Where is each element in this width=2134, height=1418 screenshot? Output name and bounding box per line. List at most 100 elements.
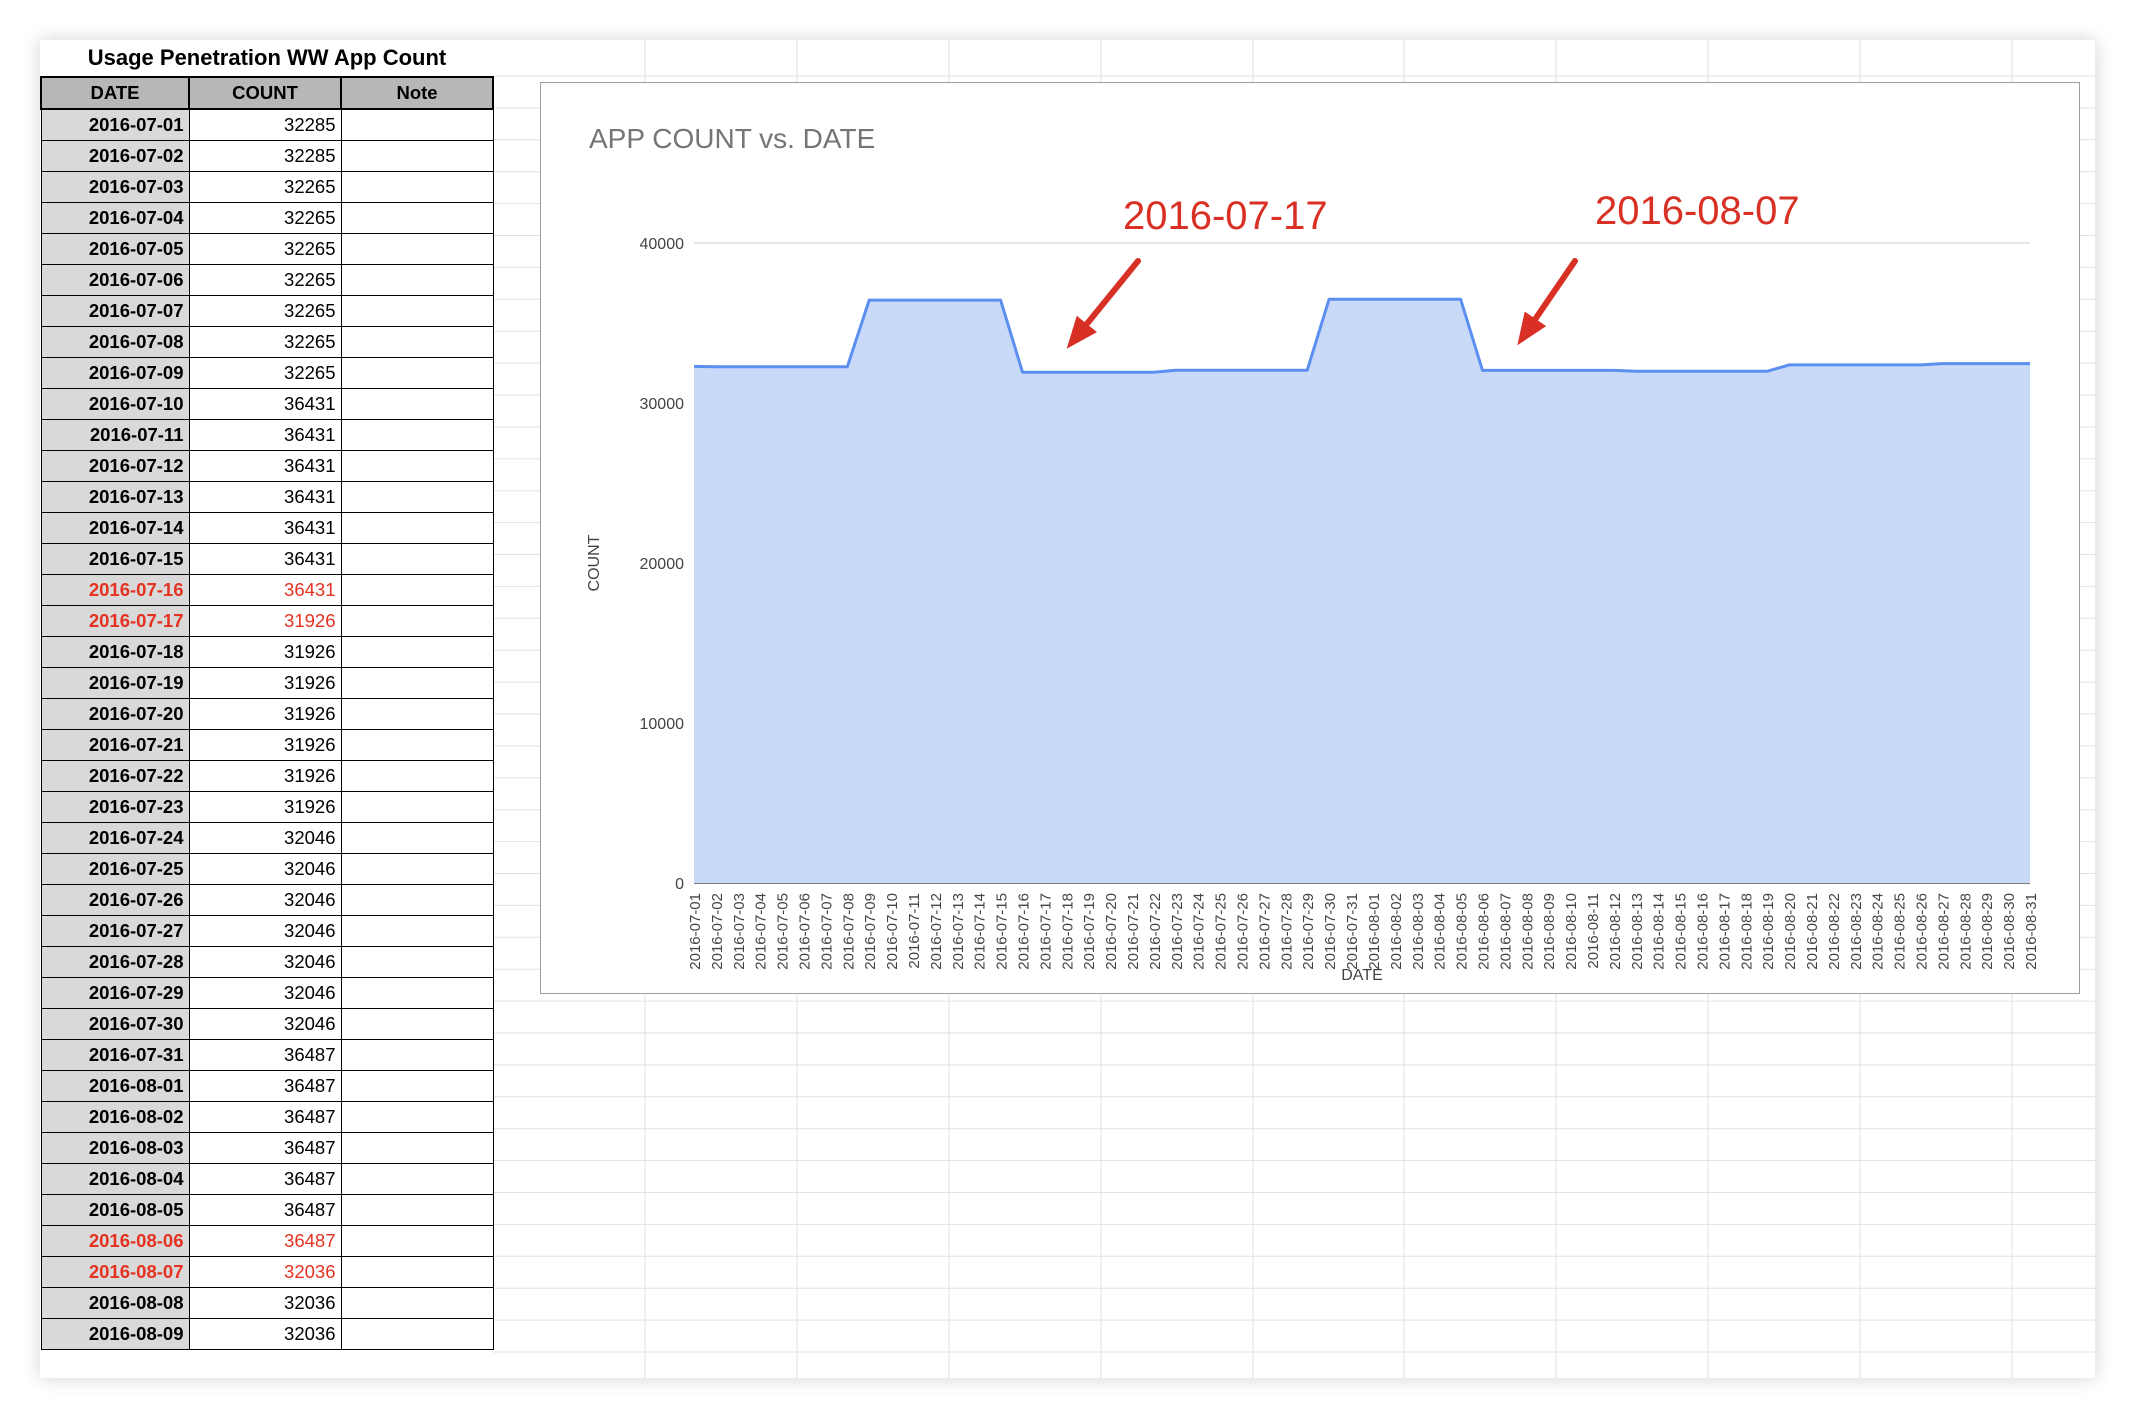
date-cell[interactable]: 2016-08-05: [40, 1194, 190, 1226]
note-cell[interactable]: [340, 1008, 494, 1040]
table-row[interactable]: 2016-07-01 32285: [40, 108, 494, 141]
count-cell[interactable]: 32046: [188, 822, 342, 854]
table-row[interactable]: 2016-07-25 32046: [40, 853, 494, 885]
table-row[interactable]: 2016-08-03 36487: [40, 1132, 494, 1164]
table-row[interactable]: 2016-07-10 36431: [40, 388, 494, 420]
note-cell[interactable]: [340, 1256, 494, 1288]
data-point[interactable]: [1590, 369, 1593, 372]
table-row[interactable]: 2016-08-02 36487: [40, 1101, 494, 1133]
table-row[interactable]: 2016-07-08 32265: [40, 326, 494, 358]
data-point[interactable]: [1919, 363, 1922, 366]
note-cell[interactable]: [340, 202, 494, 234]
count-cell[interactable]: 32046: [188, 946, 342, 978]
note-cell[interactable]: [340, 1225, 494, 1257]
data-point[interactable]: [1503, 369, 1506, 372]
data-point[interactable]: [1809, 363, 1812, 366]
date-cell[interactable]: 2016-07-26: [40, 884, 190, 916]
data-point[interactable]: [1875, 363, 1878, 366]
data-point[interactable]: [1131, 371, 1134, 374]
data-point[interactable]: [999, 299, 1002, 302]
note-cell[interactable]: [340, 481, 494, 513]
date-cell[interactable]: 2016-07-15: [40, 543, 190, 575]
table-row[interactable]: 2016-07-27 32046: [40, 915, 494, 947]
date-cell[interactable]: 2016-07-05: [40, 233, 190, 265]
note-cell[interactable]: [340, 171, 494, 203]
data-point[interactable]: [1634, 370, 1637, 373]
date-cell[interactable]: 2016-08-04: [40, 1163, 190, 1195]
count-cell[interactable]: 32265: [188, 264, 342, 296]
table-row[interactable]: 2016-07-15 36431: [40, 543, 494, 575]
data-point[interactable]: [1218, 369, 1221, 372]
date-cell[interactable]: 2016-07-12: [40, 450, 190, 482]
note-cell[interactable]: [340, 667, 494, 699]
note-cell[interactable]: [340, 791, 494, 823]
note-cell[interactable]: [340, 543, 494, 575]
data-point[interactable]: [890, 299, 893, 302]
data-point[interactable]: [1350, 298, 1353, 301]
table-row[interactable]: 2016-08-05 36487: [40, 1194, 494, 1226]
note-cell[interactable]: [340, 1070, 494, 1102]
table-row[interactable]: 2016-07-06 32265: [40, 264, 494, 296]
count-cell[interactable]: 32265: [188, 202, 342, 234]
data-point[interactable]: [1415, 298, 1418, 301]
note-cell[interactable]: [340, 698, 494, 730]
date-cell[interactable]: 2016-08-07: [40, 1256, 190, 1288]
data-point[interactable]: [955, 299, 958, 302]
note-cell[interactable]: [340, 1287, 494, 1319]
count-cell[interactable]: 32046: [188, 884, 342, 916]
count-cell[interactable]: 32046: [188, 915, 342, 947]
data-point[interactable]: [977, 299, 980, 302]
data-point[interactable]: [1481, 369, 1484, 372]
count-cell[interactable]: 36487: [188, 1039, 342, 1071]
table-row[interactable]: 2016-07-09 32265: [40, 357, 494, 389]
date-cell[interactable]: 2016-07-20: [40, 698, 190, 730]
note-cell[interactable]: [340, 853, 494, 885]
date-cell[interactable]: 2016-07-27: [40, 915, 190, 947]
note-cell[interactable]: [340, 884, 494, 916]
count-cell[interactable]: 36487: [188, 1194, 342, 1226]
series-area[interactable]: [694, 299, 2030, 883]
count-cell[interactable]: 32265: [188, 295, 342, 327]
count-cell[interactable]: 32265: [188, 357, 342, 389]
table-row[interactable]: 2016-08-09 32036: [40, 1318, 494, 1350]
note-cell[interactable]: [340, 357, 494, 389]
data-point[interactable]: [1196, 369, 1199, 372]
data-point[interactable]: [736, 365, 739, 368]
date-cell[interactable]: 2016-07-28: [40, 946, 190, 978]
date-cell[interactable]: 2016-07-11: [40, 419, 190, 451]
data-point[interactable]: [1831, 363, 1834, 366]
note-cell[interactable]: [340, 233, 494, 265]
note-cell[interactable]: [340, 915, 494, 947]
note-cell[interactable]: [340, 729, 494, 761]
chart-container[interactable]: APP COUNT vs. DATE 0 10000 20000 30000 40000 2…: [540, 82, 2080, 994]
data-point[interactable]: [1678, 370, 1681, 373]
count-cell[interactable]: 36487: [188, 1163, 342, 1195]
data-point[interactable]: [1459, 298, 1462, 301]
count-cell[interactable]: 31926: [188, 729, 342, 761]
note-cell[interactable]: [340, 419, 494, 451]
note-cell[interactable]: [340, 295, 494, 327]
date-cell[interactable]: 2016-07-08: [40, 326, 190, 358]
count-cell[interactable]: 32036: [188, 1287, 342, 1319]
data-point[interactable]: [1525, 369, 1528, 372]
data-point[interactable]: [1087, 371, 1090, 374]
table-row[interactable]: 2016-08-07 32036: [40, 1256, 494, 1288]
count-cell[interactable]: 32046: [188, 1008, 342, 1040]
data-point[interactable]: [2007, 362, 2010, 365]
data-point[interactable]: [912, 299, 915, 302]
data-point[interactable]: [1788, 363, 1791, 366]
note-cell[interactable]: [340, 760, 494, 792]
data-point[interactable]: [1262, 369, 1265, 372]
table-row[interactable]: 2016-07-05 32265: [40, 233, 494, 265]
count-cell[interactable]: 36431: [188, 574, 342, 606]
data-point[interactable]: [1371, 298, 1374, 301]
note-cell[interactable]: [340, 605, 494, 637]
data-point[interactable]: [758, 365, 761, 368]
data-point[interactable]: [1941, 362, 1944, 365]
note-cell[interactable]: [340, 1318, 494, 1350]
table-row[interactable]: 2016-07-12 36431: [40, 450, 494, 482]
data-point[interactable]: [1963, 362, 1966, 365]
count-cell[interactable]: 36431: [188, 450, 342, 482]
date-cell[interactable]: 2016-07-29: [40, 977, 190, 1009]
data-point[interactable]: [1152, 371, 1155, 374]
